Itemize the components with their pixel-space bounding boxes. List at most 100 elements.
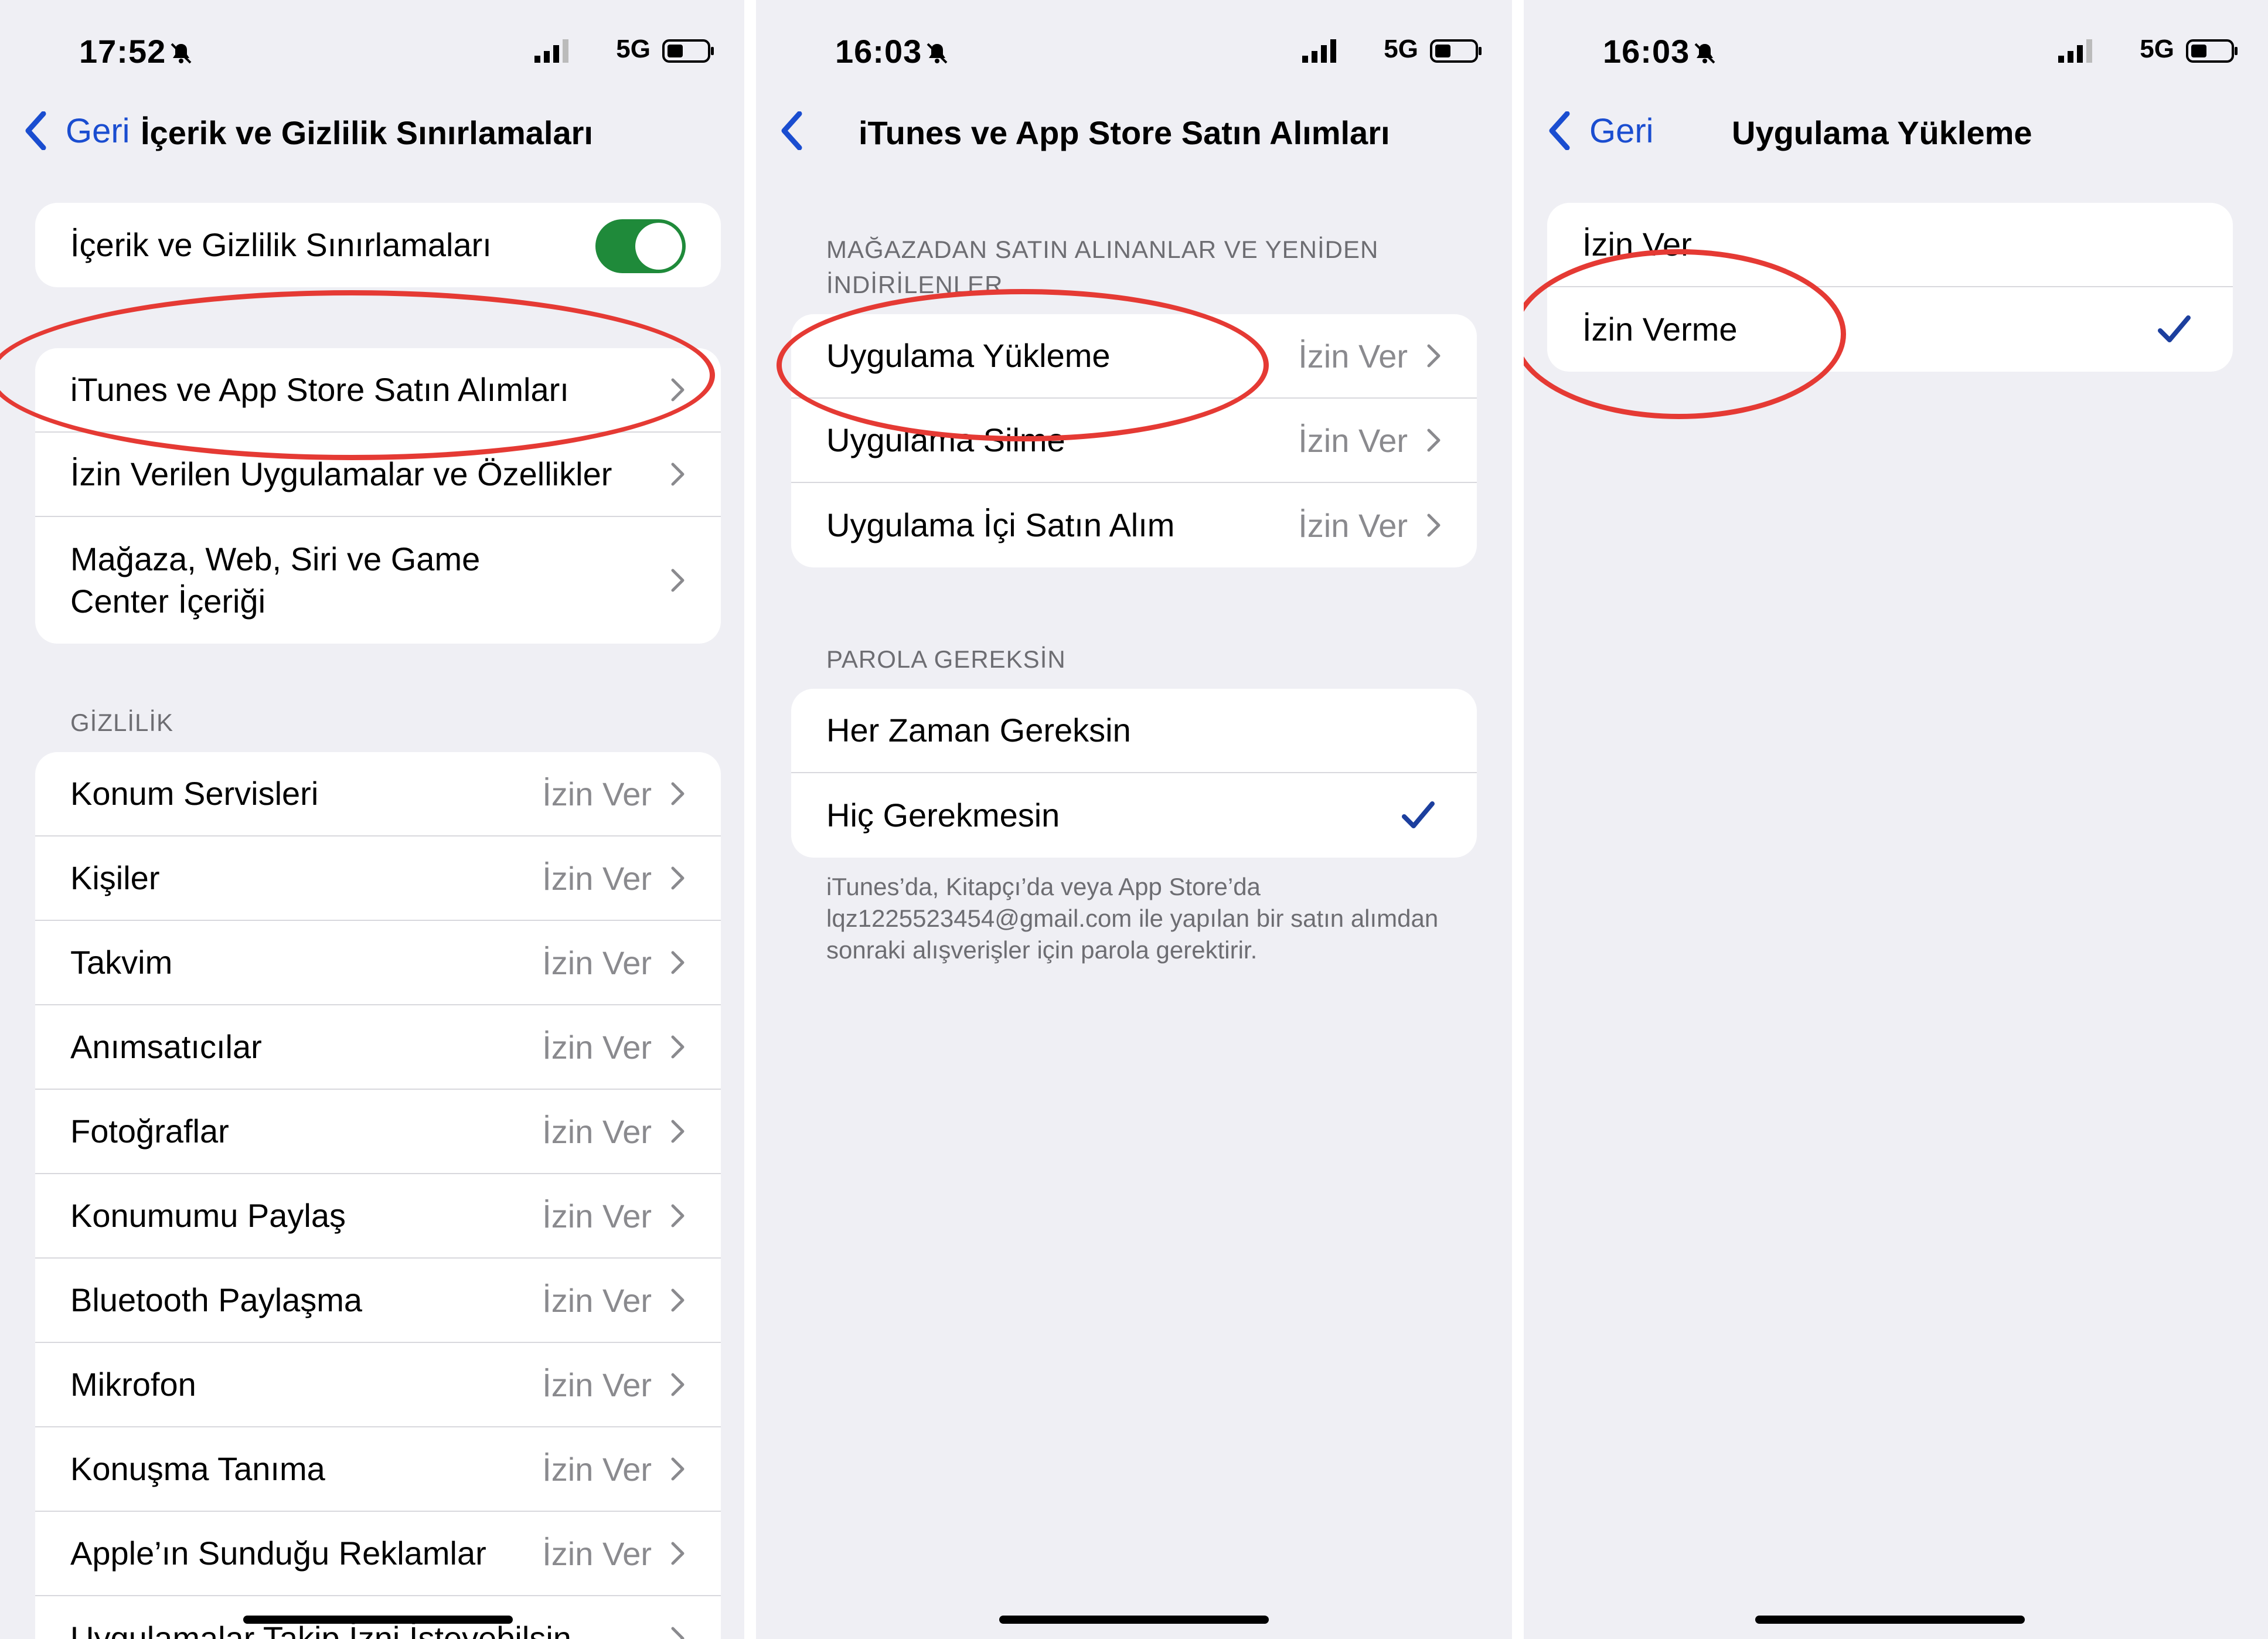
- chevron-right-icon: [1427, 344, 1441, 368]
- row-label: İzin Ver: [1582, 226, 1692, 263]
- restrictions-toggle[interactable]: [595, 219, 686, 273]
- row-value: İzin Ver: [542, 1535, 652, 1572]
- store-item-in-app-purchase[interactable]: Uygulama İçi Satın Alım İzin Ver: [791, 483, 1477, 567]
- section-header-privacy: GİZLİLİK: [70, 709, 174, 736]
- chevron-right-icon: [671, 1542, 685, 1565]
- chevron-right-icon: [671, 866, 685, 890]
- password-option-never[interactable]: Hiç Gerekmesin: [791, 773, 1477, 858]
- signal-icon: [2058, 39, 2092, 63]
- row-label: Mikrofon: [70, 1366, 196, 1403]
- password-option-always[interactable]: Her Zaman Gereksin: [791, 689, 1477, 773]
- back-button[interactable]: Geri: [23, 110, 130, 151]
- row-label: Anımsatıcılar: [70, 1028, 262, 1065]
- chevron-right-icon: [671, 1288, 685, 1312]
- toggle-knob: [635, 223, 682, 270]
- page-title: iTunes ve App Store Satın Alımları: [859, 114, 1390, 151]
- chevron-right-icon: [671, 1627, 685, 1639]
- row-label: Konuşma Tanıma: [70, 1450, 325, 1487]
- chevron-right-icon: [671, 782, 685, 805]
- back-button[interactable]: [779, 110, 822, 151]
- privacy-item-photos[interactable]: Fotoğraflar İzin Ver: [35, 1090, 721, 1174]
- back-label: Geri: [66, 111, 130, 150]
- signal-icon: [1302, 39, 1336, 63]
- row-label: Uygulama İçi Satın Alım: [826, 506, 1175, 543]
- status-bar: 17:52 5G: [0, 32, 744, 73]
- privacy-item-location[interactable]: Konum Servisleri İzin Ver: [35, 752, 721, 836]
- home-indicator: [1755, 1616, 2025, 1624]
- battery-icon: [1430, 39, 1482, 63]
- status-time: 17:52: [79, 32, 193, 70]
- row-label: Hiç Gerekmesin: [826, 797, 1060, 834]
- chevron-right-icon: [671, 1120, 685, 1143]
- network-type: 5G: [2140, 35, 2174, 63]
- row-value: İzin Ver: [542, 1366, 652, 1403]
- menu-item-itunes-purchases[interactable]: iTunes ve App Store Satın Alımları: [35, 348, 721, 433]
- back-button[interactable]: Geri: [1547, 110, 1654, 151]
- network-type: 5G: [1384, 35, 1418, 63]
- status-time: 16:03: [835, 32, 949, 70]
- checkmark-icon: [2158, 315, 2191, 342]
- row-label: İzin Verilen Uygulamalar ve Özellikler: [70, 455, 612, 492]
- privacy-item-apple-ads[interactable]: Apple’ın Sunduğu Reklamlar İzin Ver: [35, 1512, 721, 1596]
- privacy-card: Konum Servisleri İzin Ver Kişiler İzin Ver…: [35, 752, 721, 1639]
- privacy-item-reminders[interactable]: Anımsatıcılar İzin Ver: [35, 1005, 721, 1090]
- restrictions-toggle-card: İçerik ve Gizlilik Sınırlamaları: [35, 203, 721, 287]
- row-value: İzin Ver: [542, 1028, 652, 1066]
- row-label: Uygulama Yükleme: [826, 337, 1111, 374]
- install-options-card: İzin Ver İzin Verme: [1547, 203, 2233, 372]
- store-item-app-delete[interactable]: Uygulama Silme İzin Ver: [791, 399, 1477, 483]
- status-time: 16:03: [1603, 32, 1717, 70]
- battery-icon: [2186, 39, 2238, 63]
- section-header-store: MAĞAZADAN SATIN ALINANLAR VE YENİDEN İND…: [826, 236, 1379, 298]
- row-label: Takvim: [70, 944, 173, 981]
- chevron-left-icon: [25, 111, 46, 150]
- row-value: İzin Ver: [542, 944, 652, 981]
- chevron-right-icon: [671, 1204, 685, 1227]
- row-label: Konumumu Paylaş: [70, 1197, 346, 1234]
- row-label: Uygulama Silme: [826, 421, 1065, 458]
- row-label: Fotoğraflar: [70, 1113, 229, 1150]
- row-value: İzin Ver: [542, 1281, 652, 1319]
- network-type: 5G: [616, 35, 651, 63]
- chevron-right-icon: [1427, 514, 1441, 537]
- store-card: Uygulama Yükleme İzin Ver Uygulama Silme İ…: [791, 314, 1477, 567]
- row-label: Her Zaman Gereksin: [826, 712, 1131, 749]
- back-label: Geri: [1589, 111, 1654, 150]
- chevron-right-icon: [671, 951, 685, 974]
- section-header-password: PAROLA GEREKSİN: [826, 645, 1066, 673]
- privacy-item-bluetooth[interactable]: Bluetooth Paylaşma İzin Ver: [35, 1259, 721, 1343]
- privacy-item-microphone[interactable]: Mikrofon İzin Ver: [35, 1343, 721, 1427]
- privacy-item-contacts[interactable]: Kişiler İzin Ver: [35, 836, 721, 921]
- password-card: Her Zaman Gereksin Hiç Gerekmesin: [791, 689, 1477, 858]
- menu-item-store-web-siri[interactable]: Mağaza, Web, Siri ve Game Center İçeriği: [35, 517, 721, 644]
- row-value: İzin Ver: [542, 1197, 652, 1235]
- menu-item-allowed-apps[interactable]: İzin Verilen Uygulamalar ve Özellikler: [35, 433, 721, 517]
- row-value: İzin Ver: [1298, 337, 1408, 375]
- option-dont-allow[interactable]: İzin Verme: [1547, 287, 2233, 372]
- bell-slash-icon: [927, 43, 948, 64]
- option-allow[interactable]: İzin Ver: [1547, 203, 2233, 287]
- row-value: İzin Ver: [542, 1113, 652, 1150]
- row-label: Bluetooth Paylaşma: [70, 1281, 363, 1318]
- privacy-item-calendar[interactable]: Takvim İzin Ver: [35, 921, 721, 1005]
- status-bar: 16:03 5G: [756, 32, 1512, 73]
- row-label: İzin Verme: [1582, 311, 1738, 348]
- nav-bar: Geri İçerik ve Gizlilik Sınırlamaları: [0, 106, 744, 158]
- row-label: Mağaza, Web, Siri ve Game Center İçeriği: [70, 540, 481, 620]
- row-label: Apple’ın Sunduğu Reklamlar: [70, 1535, 486, 1572]
- nav-bar: Geri Uygulama Yükleme: [1524, 106, 2268, 158]
- screen-itunes-purchases: 16:03 5G iTunes ve App Store Satın Alıml…: [756, 0, 1512, 1639]
- chevron-left-icon: [1549, 111, 1570, 150]
- bell-slash-icon: [171, 43, 192, 64]
- row-value: İzin Ver: [542, 1450, 652, 1488]
- password-footer-note: iTunes’da, Kitapçı’da veya App Store’da …: [826, 873, 1439, 964]
- page-title: Uygulama Yükleme: [1732, 114, 2032, 151]
- chevron-left-icon: [781, 111, 802, 150]
- privacy-item-speech-recognition[interactable]: Konuşma Tanıma İzin Ver: [35, 1427, 721, 1512]
- chevron-right-icon: [671, 378, 685, 402]
- privacy-item-share-location[interactable]: Konumumu Paylaş İzin Ver: [35, 1174, 721, 1259]
- home-indicator: [243, 1616, 513, 1624]
- bell-slash-icon: [1694, 43, 1715, 64]
- status-bar: 16:03 5G: [1524, 32, 2268, 73]
- store-item-app-install[interactable]: Uygulama Yükleme İzin Ver: [791, 314, 1477, 399]
